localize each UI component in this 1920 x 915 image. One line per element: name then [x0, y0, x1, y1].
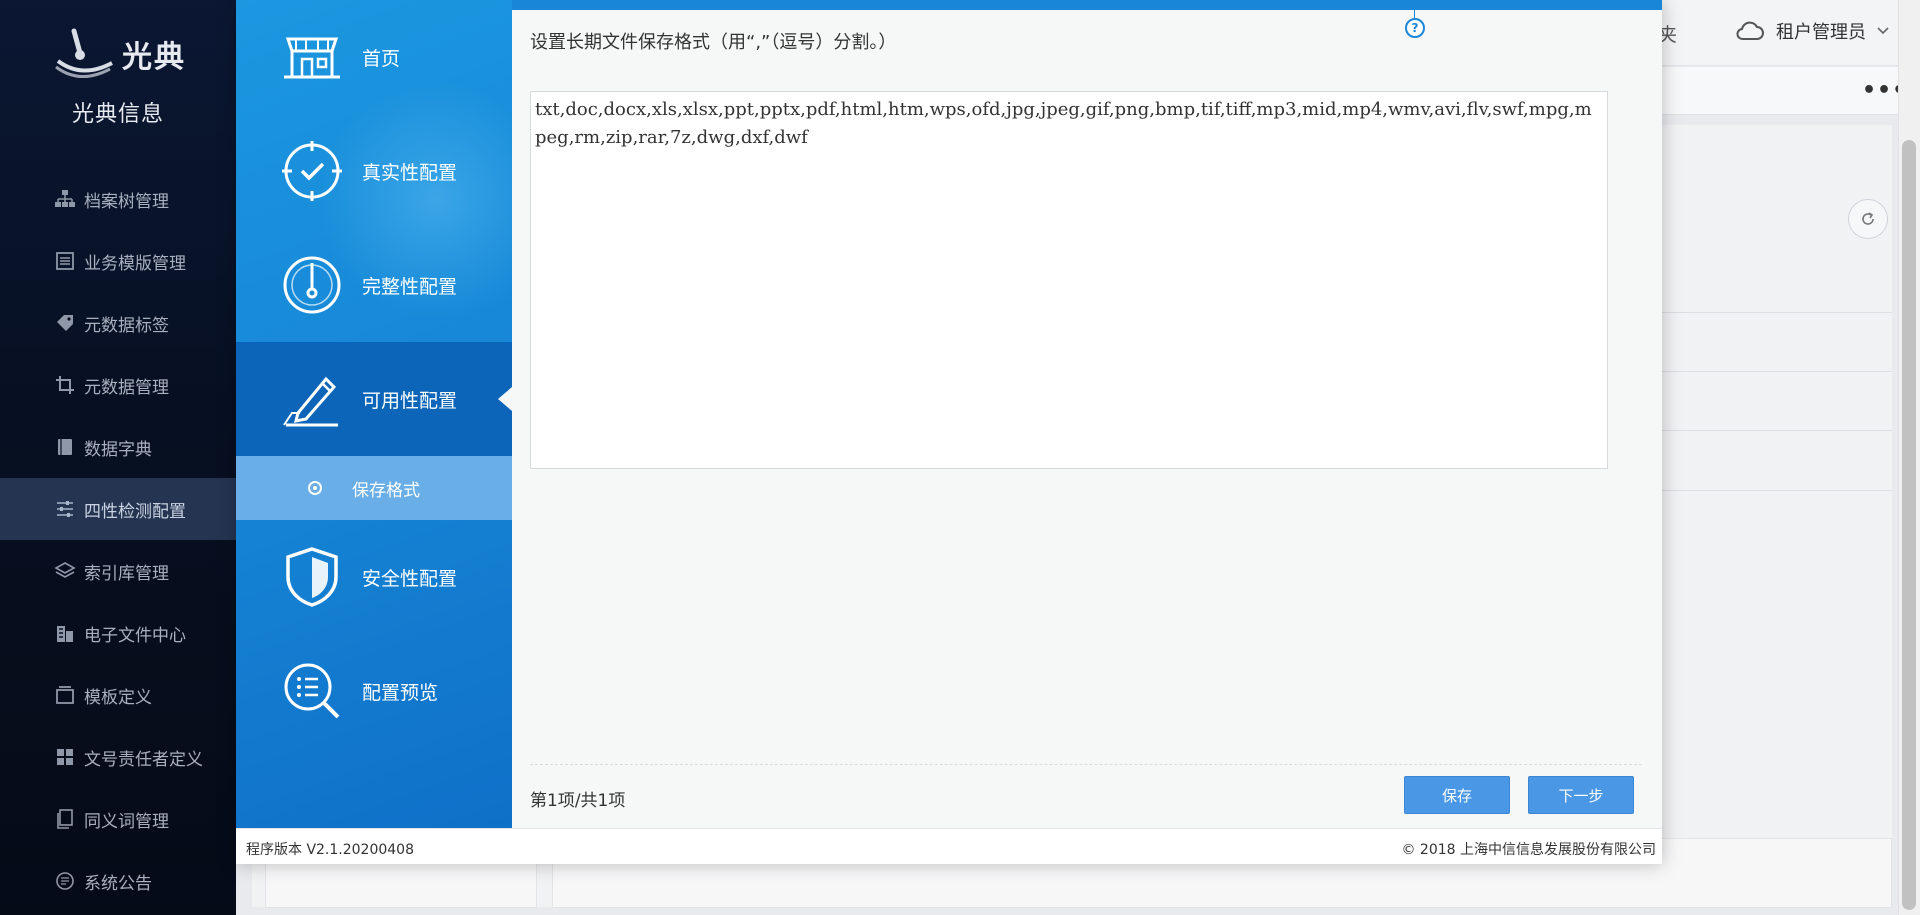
storefront-icon: [280, 25, 344, 89]
pen-edit-icon: [280, 367, 344, 431]
sidebar-item-label: 模板定义: [84, 687, 152, 708]
logo-icon: [55, 28, 113, 78]
brand-logo: 光典 光典信息: [0, 0, 236, 168]
radio-dot-icon: [308, 481, 322, 495]
main-sidebar: 光典 光典信息 档案树管理业务模版管理 元数据标签元数据管理数据字典四性检测配置索…: [0, 0, 236, 915]
logo-text: 光典: [122, 40, 186, 75]
wizard-step[interactable]: 可用性配置: [236, 342, 512, 456]
sidebar-item[interactable]: 文号责任者定义: [0, 726, 236, 788]
copyright-text: © 2018 上海中信信息发展股份有限公司: [1401, 842, 1656, 858]
sidebar-item[interactable]: 电子文件中心: [0, 602, 236, 664]
wizard-step[interactable]: 真实性配置: [236, 114, 512, 228]
sidebar-item-label: 元数据标签: [84, 315, 169, 336]
sidebar-item-label: 文号责任者定义: [84, 749, 203, 770]
config-wizard-modal: 首页真实性配置完整性配置可用性配置保存格式安全性配置配置预览 ? 设置长期文件保…: [236, 0, 1662, 864]
sidebar-item-label: 同义词管理: [84, 811, 169, 832]
tag-icon: [54, 312, 76, 334]
user-name: 租户管理员: [1776, 22, 1866, 43]
sidebar-item[interactable]: 业务模版管理: [0, 230, 236, 292]
wizard-step-label: 配置预览: [362, 681, 439, 704]
help-icon[interactable]: ?: [1405, 18, 1425, 38]
wizard-step[interactable]: 首页: [236, 0, 512, 114]
sidebar-item[interactable]: 数据字典: [0, 416, 236, 478]
wizard-step[interactable]: 安全性配置: [236, 520, 512, 634]
wizard-step[interactable]: 配置预览: [236, 634, 512, 748]
layers-icon: [54, 560, 76, 582]
table-row-divider: [1660, 371, 1892, 372]
sidebar-item-label: 系统公告: [84, 873, 152, 894]
help-connector: [1414, 0, 1415, 18]
sidebar-item[interactable]: 模板定义: [0, 664, 236, 726]
sidebar-item[interactable]: 档案树管理: [0, 168, 236, 230]
format-description: 设置长期文件保存格式（用“,”（逗号）分割。）: [530, 32, 897, 53]
save-button[interactable]: 保存: [1404, 776, 1510, 814]
modal-footer: 程序版本 V2.1.20200408 © 2018 上海中信信息发展股份有限公司: [236, 828, 1662, 864]
sidebar-item-label: 业务模版管理: [84, 253, 186, 274]
substep-label: 保存格式: [352, 480, 420, 501]
wizard-step[interactable]: 完整性配置: [236, 228, 512, 342]
pagination-info: 第1项/共1项: [530, 791, 626, 811]
wizard-substep-save-format[interactable]: 保存格式: [236, 456, 512, 520]
version-text: 程序版本 V2.1.20200408: [246, 842, 414, 858]
table-row-divider: [1660, 312, 1892, 313]
brand-name: 光典信息: [71, 102, 164, 127]
list-template-icon: [54, 250, 76, 272]
wizard-step-label: 首页: [362, 47, 401, 70]
table-row-divider: [1660, 430, 1892, 431]
cloud-icon: [1736, 21, 1764, 40]
next-step-button[interactable]: 下一步: [1528, 776, 1634, 814]
sliders-icon: [54, 498, 76, 520]
book-icon: [54, 436, 76, 458]
sidebar-item[interactable]: 元数据管理: [0, 354, 236, 416]
wizard-step-label: 完整性配置: [362, 275, 458, 298]
refresh-icon: [1862, 212, 1874, 225]
wizard-step-label: 可用性配置: [362, 389, 458, 412]
format-list-textarea[interactable]: txt,doc,docx,xls,xlsx,ppt,pptx,pdf,html,…: [530, 91, 1608, 469]
wizard-steps: 首页真实性配置完整性配置可用性配置保存格式安全性配置配置预览: [236, 0, 512, 828]
sidebar-item-label: 档案树管理: [84, 191, 169, 212]
user-menu[interactable]: 租户管理员: [1736, 18, 1890, 44]
building-icon: [54, 622, 76, 644]
document-copy-icon: [54, 808, 76, 830]
sidebar-item-label: 四性检测配置: [84, 501, 186, 522]
chevron-down-icon: [1877, 27, 1889, 35]
sidebar-item[interactable]: 索引库管理: [0, 540, 236, 602]
refresh-button[interactable]: [1848, 199, 1888, 239]
sidebar-item[interactable]: 元数据标签: [0, 292, 236, 354]
wizard-step-label: 真实性配置: [362, 161, 458, 184]
sidebar-item-label: 电子文件中心: [84, 625, 186, 646]
sidebar-item[interactable]: 同义词管理: [0, 788, 236, 850]
sidebar-item-label: 数据字典: [84, 439, 152, 460]
sidebar-item-label: 元数据管理: [84, 377, 169, 398]
shield-icon: [280, 545, 344, 609]
tree-structure-icon: [54, 188, 76, 210]
sidebar-item[interactable]: 四性检测配置: [0, 478, 236, 540]
footer-divider: [530, 764, 1642, 765]
target-check-icon: [280, 139, 344, 203]
scrollbar-thumb[interactable]: [1902, 140, 1916, 910]
gauge-icon: [280, 253, 344, 317]
chat-bubble-icon: [54, 870, 76, 892]
wizard-step-label: 安全性配置: [362, 567, 458, 590]
modal-top-bar: [512, 0, 1662, 10]
window-icon: [54, 684, 76, 706]
crop-icon: [54, 374, 76, 396]
table-row-divider: [1660, 490, 1892, 491]
sidebar-item-label: 索引库管理: [84, 563, 169, 584]
search-list-icon: [280, 659, 344, 723]
page-scrollbar[interactable]: [1898, 0, 1920, 915]
sidebar-item[interactable]: 系统公告: [0, 850, 236, 912]
grid-icon: [54, 746, 76, 768]
